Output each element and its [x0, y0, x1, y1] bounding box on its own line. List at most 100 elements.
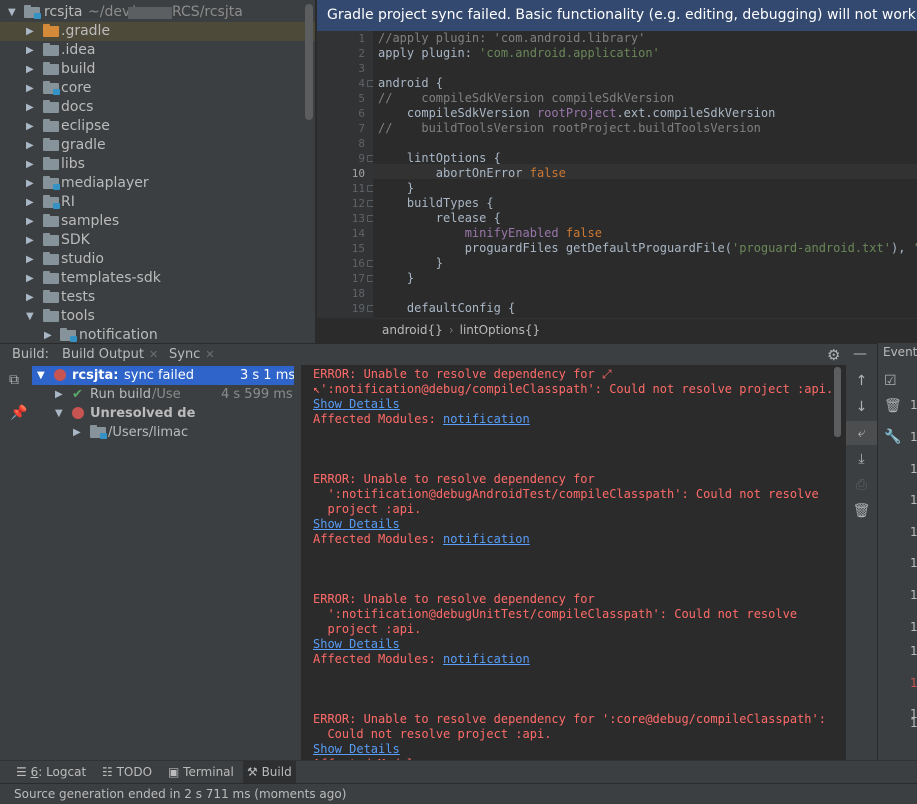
error-line: ':notification@debugAndroidTest/compileC…	[313, 487, 819, 501]
trash-icon[interactable]: 🗑	[884, 398, 902, 414]
chevron-right-icon[interactable]: ▶	[55, 385, 63, 404]
tree-item[interactable]: ▶ .idea	[0, 41, 315, 60]
chevron-right-icon[interactable]: ▶	[26, 117, 34, 136]
tab-terminal[interactable]: ▣ Terminal	[164, 761, 238, 783]
tab-todo[interactable]: ☷ TODO	[98, 761, 156, 783]
tree-item[interactable]: ▶ gradle	[0, 136, 315, 155]
show-details-link[interactable]: Show Details	[313, 517, 400, 532]
chevron-right-icon[interactable]: ▶	[26, 79, 34, 98]
tree-item[interactable]: ▶ RI	[0, 193, 315, 212]
tree-item-notification[interactable]: ▶ notification	[0, 326, 315, 343]
module-folder-icon	[24, 5, 41, 19]
event-entry[interactable]: 1	[910, 462, 917, 476]
chevron-down-icon[interactable]: ▼	[8, 3, 16, 22]
event-entry[interactable]: 1	[910, 620, 917, 634]
chevron-right-icon[interactable]: ▶	[26, 60, 34, 79]
code-line: //apply plugin: 'com.android.library'	[378, 31, 645, 46]
event-entry[interactable]: 1	[910, 644, 917, 658]
tree-item[interactable]: ▶ docs	[0, 98, 315, 117]
sync-root-row[interactable]: ▼ rcsjta: sync failed 3 s 1 ms	[32, 366, 294, 385]
chevron-right-icon[interactable]: ▶	[26, 98, 34, 117]
tab-label: Build	[261, 765, 292, 779]
chevron-right-icon[interactable]: ▶	[26, 174, 34, 193]
wrench-icon[interactable]: 🔧	[884, 429, 901, 445]
gear-icon[interactable]: ⚙	[827, 345, 840, 366]
tree-item[interactable]: ▶ mediaplayer	[0, 174, 315, 193]
project-scrollbar[interactable]	[305, 4, 313, 120]
module-link[interactable]: notification	[443, 412, 530, 426]
tree-item[interactable]: ▶ core	[0, 79, 315, 98]
check-box-icon[interactable]: ☑	[884, 373, 897, 389]
close-icon[interactable]: ✕	[149, 348, 158, 361]
splitter[interactable]	[294, 365, 301, 760]
tree-item[interactable]: ▶ build	[0, 60, 315, 79]
event-entry[interactable]: 1	[910, 588, 917, 602]
close-icon[interactable]: ✕	[205, 348, 214, 361]
tree-root[interactable]: ▼ rcsjta ~/dev/ RCS/rcsjta	[0, 3, 315, 22]
tree-item[interactable]: ▼ tools	[0, 307, 315, 326]
chevron-down-icon[interactable]: ▼	[37, 366, 45, 385]
tree-item[interactable]: ▶ studio	[0, 250, 315, 269]
console-scrollbar[interactable]	[834, 367, 841, 437]
chevron-right-icon[interactable]: ▶	[26, 231, 34, 250]
event-entry[interactable]: 1	[910, 525, 917, 539]
event-entry[interactable]: 1	[910, 430, 917, 444]
event-entry[interactable]: 1	[910, 493, 917, 507]
sync-console[interactable]: ERROR: Unable to resolve dependency for …	[301, 365, 832, 760]
chevron-right-icon[interactable]: ▶	[26, 193, 34, 212]
tab-build[interactable]: ⚒ Build	[243, 761, 296, 783]
tree-item[interactable]: ▶ tests	[0, 288, 315, 307]
chevron-right-icon[interactable]: ▶	[26, 155, 34, 174]
chevron-right-icon[interactable]: ▶	[73, 423, 81, 442]
module-link[interactable]: notification	[443, 652, 530, 666]
minimize-icon[interactable]: —	[853, 344, 867, 365]
chevron-right-icon[interactable]: ▶	[26, 288, 34, 307]
tree-item[interactable]: ▶ samples	[0, 212, 315, 231]
chevron-right-icon[interactable]: ▶	[26, 212, 34, 231]
breadcrumb-lintoptions[interactable]: lintOptions{}	[460, 323, 541, 337]
tree-item[interactable]: ▶ .gradle	[0, 22, 315, 41]
print-icon[interactable]: ⎙	[846, 473, 877, 497]
tab-logcat[interactable]: ☰ 6: Logcat	[12, 761, 90, 783]
sync-root-name: rcsjta:	[72, 368, 119, 383]
redacted-block	[128, 7, 172, 19]
event-entry[interactable]: 1	[910, 716, 917, 730]
chevron-right-icon[interactable]: ▶	[26, 22, 34, 41]
tree-item[interactable]: ▶ eclipse	[0, 117, 315, 136]
tree-item[interactable]: ▶ templates-sdk	[0, 269, 315, 288]
chevron-down-icon[interactable]: ▼	[55, 404, 63, 423]
tab-sync[interactable]: Sync ✕	[169, 344, 215, 365]
tree-item[interactable]: ▶ SDK	[0, 231, 315, 250]
tab-build-output[interactable]: Build Output ✕	[62, 344, 158, 365]
users-path-row[interactable]: ▶ /Users/limac	[32, 423, 294, 442]
chevron-right-icon[interactable]: ▶	[44, 326, 52, 343]
module-link[interactable]: notification	[443, 532, 530, 546]
chevron-right-icon[interactable]: ▶	[26, 41, 34, 60]
event-entry[interactable]: 1	[910, 398, 917, 412]
trash-icon[interactable]: 🗑	[846, 499, 877, 523]
scroll-to-end-icon[interactable]: ⤓	[846, 447, 877, 471]
folder-icon	[43, 214, 59, 227]
show-details-link[interactable]: Show Details	[313, 397, 400, 412]
unresolved-row[interactable]: ▼ Unresolved de	[32, 404, 294, 423]
code-editor[interactable]: //apply plugin: 'com.android.library' app…	[373, 31, 917, 318]
chevron-right-icon[interactable]: ▶	[26, 250, 34, 269]
pin-icon[interactable]: 📌	[10, 405, 27, 421]
breadcrumb-android[interactable]: android{}	[382, 323, 443, 337]
line-number: 16	[351, 257, 365, 270]
event-entry[interactable]: 1	[910, 556, 917, 570]
down-arrow-icon[interactable]: ↓	[846, 395, 877, 419]
tree-item[interactable]: ▶ libs	[0, 155, 315, 174]
chevron-down-icon[interactable]: ▼	[26, 307, 34, 326]
event-entry[interactable]: 1	[910, 676, 917, 690]
show-details-link[interactable]: Show Details	[313, 637, 400, 652]
code-token: apply plugin:	[378, 46, 480, 60]
event-log-title[interactable]: Event	[883, 345, 917, 359]
chevron-right-icon[interactable]: ▶	[26, 269, 34, 288]
soft-wrap-icon[interactable]: ⤶	[846, 421, 877, 445]
restore-layout-icon[interactable]: ⧉	[9, 372, 19, 388]
chevron-right-icon[interactable]: ▶	[26, 136, 34, 155]
show-details-link[interactable]: Show Details	[313, 742, 400, 757]
up-arrow-icon[interactable]: ↑	[846, 369, 877, 393]
run-build-row[interactable]: ▶ ✔ Run build /Use 4 s 599 ms	[32, 385, 294, 404]
